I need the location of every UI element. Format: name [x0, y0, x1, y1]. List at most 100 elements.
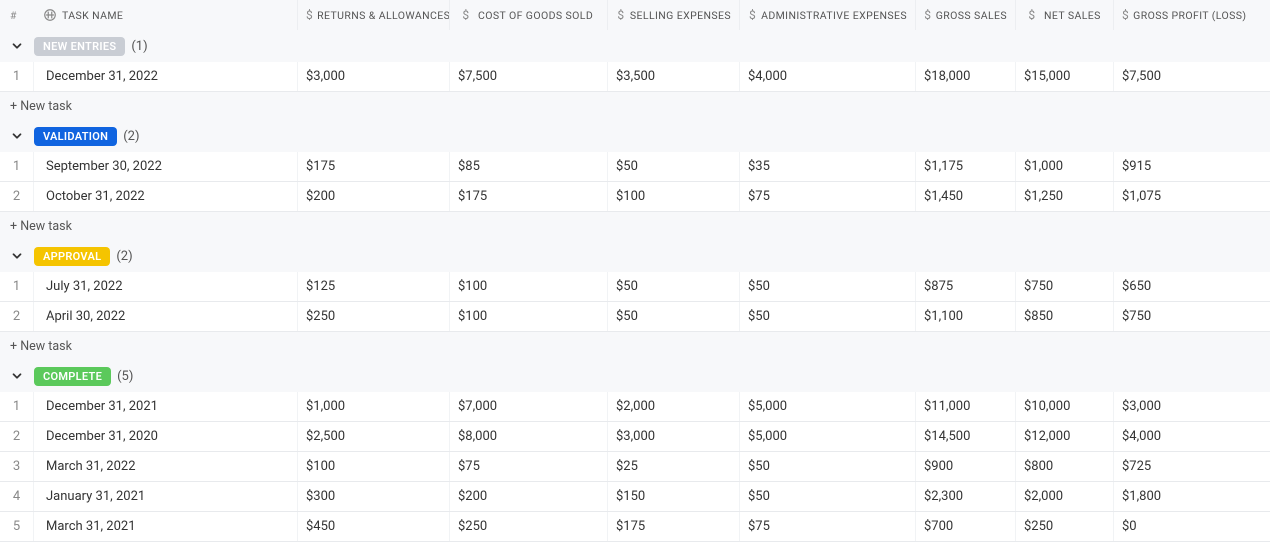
- header-name[interactable]: TASK NAME: [34, 0, 298, 30]
- row-selling[interactable]: $50: [608, 152, 740, 181]
- row-cogs[interactable]: $7,000: [450, 392, 608, 421]
- row-gross-sales[interactable]: $2,300: [916, 482, 1016, 511]
- row-selling[interactable]: $175: [608, 512, 740, 541]
- table-row[interactable]: 1September 30, 2022$175$85$50$35$1,175$1…: [0, 152, 1270, 182]
- table-row[interactable]: 1December 31, 2022$3,000$7,500$3,500$4,0…: [0, 62, 1270, 92]
- row-gross-sales[interactable]: $1,450: [916, 182, 1016, 211]
- chevron-down-icon[interactable]: [8, 127, 26, 145]
- row-name[interactable]: April 30, 2022: [34, 302, 298, 331]
- row-name[interactable]: September 30, 2022: [34, 152, 298, 181]
- status-badge[interactable]: COMPLETE: [34, 367, 111, 386]
- row-returns[interactable]: $125: [298, 272, 450, 301]
- row-gross-sales[interactable]: $1,175: [916, 152, 1016, 181]
- table-row[interactable]: 5March 31, 2021$450$250$175$75$700$250$0: [0, 512, 1270, 542]
- row-gross-sales[interactable]: $700: [916, 512, 1016, 541]
- row-selling[interactable]: $3,500: [608, 62, 740, 91]
- header-gross-profit[interactable]: $ GROSS PROFIT (LOSS): [1114, 0, 1254, 30]
- row-gross-profit[interactable]: $650: [1114, 272, 1254, 301]
- row-returns[interactable]: $1,000: [298, 392, 450, 421]
- row-net-sales[interactable]: $750: [1016, 272, 1114, 301]
- row-net-sales[interactable]: $15,000: [1016, 62, 1114, 91]
- row-net-sales[interactable]: $800: [1016, 452, 1114, 481]
- header-net-sales[interactable]: $ NET SALES: [1016, 0, 1114, 30]
- new-task-button[interactable]: + New task: [0, 332, 1270, 360]
- chevron-down-icon[interactable]: [8, 37, 26, 55]
- row-admin[interactable]: $50: [740, 272, 916, 301]
- row-returns[interactable]: $175: [298, 152, 450, 181]
- row-net-sales[interactable]: $1,250: [1016, 182, 1114, 211]
- chevron-down-icon[interactable]: [8, 367, 26, 385]
- row-name[interactable]: March 31, 2021: [34, 512, 298, 541]
- row-cogs[interactable]: $8,000: [450, 422, 608, 451]
- header-admin[interactable]: $ ADMINISTRATIVE EXPENSES: [740, 0, 916, 30]
- row-gross-profit[interactable]: $4,000: [1114, 422, 1254, 451]
- row-returns[interactable]: $3,000: [298, 62, 450, 91]
- row-cogs[interactable]: $200: [450, 482, 608, 511]
- row-selling[interactable]: $2,000: [608, 392, 740, 421]
- table-row[interactable]: 2April 30, 2022$250$100$50$50$1,100$850$…: [0, 302, 1270, 332]
- row-name[interactable]: December 31, 2020: [34, 422, 298, 451]
- row-returns[interactable]: $450: [298, 512, 450, 541]
- row-gross-sales[interactable]: $875: [916, 272, 1016, 301]
- row-admin[interactable]: $75: [740, 182, 916, 211]
- row-net-sales[interactable]: $250: [1016, 512, 1114, 541]
- group-header[interactable]: VALIDATION(2): [0, 120, 1270, 152]
- row-gross-sales[interactable]: $11,000: [916, 392, 1016, 421]
- status-badge[interactable]: APPROVAL: [34, 247, 110, 266]
- table-row[interactable]: 1December 31, 2021$1,000$7,000$2,000$5,0…: [0, 392, 1270, 422]
- row-gross-profit[interactable]: $0: [1114, 512, 1254, 541]
- row-gross-profit[interactable]: $750: [1114, 302, 1254, 331]
- row-selling[interactable]: $150: [608, 482, 740, 511]
- row-admin[interactable]: $50: [740, 302, 916, 331]
- row-selling[interactable]: $25: [608, 452, 740, 481]
- row-cogs[interactable]: $175: [450, 182, 608, 211]
- row-admin[interactable]: $5,000: [740, 422, 916, 451]
- row-name[interactable]: January 31, 2021: [34, 482, 298, 511]
- row-admin[interactable]: $5,000: [740, 392, 916, 421]
- row-returns[interactable]: $250: [298, 302, 450, 331]
- row-net-sales[interactable]: $1,000: [1016, 152, 1114, 181]
- row-cogs[interactable]: $100: [450, 302, 608, 331]
- row-cogs[interactable]: $75: [450, 452, 608, 481]
- row-cogs[interactable]: $250: [450, 512, 608, 541]
- row-selling[interactable]: $50: [608, 272, 740, 301]
- table-row[interactable]: 4January 31, 2021$300$200$150$50$2,300$2…: [0, 482, 1270, 512]
- chevron-down-icon[interactable]: [8, 247, 26, 265]
- row-admin[interactable]: $50: [740, 452, 916, 481]
- table-row[interactable]: 1July 31, 2022$125$100$50$50$875$750$650: [0, 272, 1270, 302]
- row-gross-profit[interactable]: $3,000: [1114, 392, 1254, 421]
- row-name[interactable]: December 31, 2022: [34, 62, 298, 91]
- row-gross-profit[interactable]: $1,075: [1114, 182, 1254, 211]
- row-gross-profit[interactable]: $7,500: [1114, 62, 1254, 91]
- table-row[interactable]: 2December 31, 2020$2,500$8,000$3,000$5,0…: [0, 422, 1270, 452]
- row-admin[interactable]: $50: [740, 482, 916, 511]
- row-name[interactable]: July 31, 2022: [34, 272, 298, 301]
- header-idx[interactable]: #: [0, 0, 34, 30]
- header-gross-sales[interactable]: $ GROSS SALES: [916, 0, 1016, 30]
- table-row[interactable]: 2October 31, 2022$200$175$100$75$1,450$1…: [0, 182, 1270, 212]
- row-gross-sales[interactable]: $14,500: [916, 422, 1016, 451]
- row-selling[interactable]: $50: [608, 302, 740, 331]
- row-name[interactable]: October 31, 2022: [34, 182, 298, 211]
- row-name[interactable]: December 31, 2021: [34, 392, 298, 421]
- row-net-sales[interactable]: $10,000: [1016, 392, 1114, 421]
- row-returns[interactable]: $200: [298, 182, 450, 211]
- row-net-sales[interactable]: $12,000: [1016, 422, 1114, 451]
- row-gross-sales[interactable]: $1,100: [916, 302, 1016, 331]
- row-admin[interactable]: $35: [740, 152, 916, 181]
- row-selling[interactable]: $3,000: [608, 422, 740, 451]
- row-admin[interactable]: $75: [740, 512, 916, 541]
- status-badge[interactable]: VALIDATION: [34, 127, 117, 146]
- group-header[interactable]: APPROVAL(2): [0, 240, 1270, 272]
- table-row[interactable]: 3March 31, 2022$100$75$25$50$900$800$725: [0, 452, 1270, 482]
- row-returns[interactable]: $300: [298, 482, 450, 511]
- row-cogs[interactable]: $7,500: [450, 62, 608, 91]
- group-header[interactable]: COMPLETE(5): [0, 360, 1270, 392]
- new-task-button[interactable]: + New task: [0, 92, 1270, 120]
- header-selling[interactable]: $ SELLING EXPENSES: [608, 0, 740, 30]
- header-returns[interactable]: $ RETURNS & ALLOWANCES: [298, 0, 450, 30]
- row-gross-sales[interactable]: $900: [916, 452, 1016, 481]
- status-badge[interactable]: NEW ENTRIES: [34, 37, 125, 56]
- row-gross-profit[interactable]: $725: [1114, 452, 1254, 481]
- header-cogs[interactable]: $ COST OF GOODS SOLD: [450, 0, 608, 30]
